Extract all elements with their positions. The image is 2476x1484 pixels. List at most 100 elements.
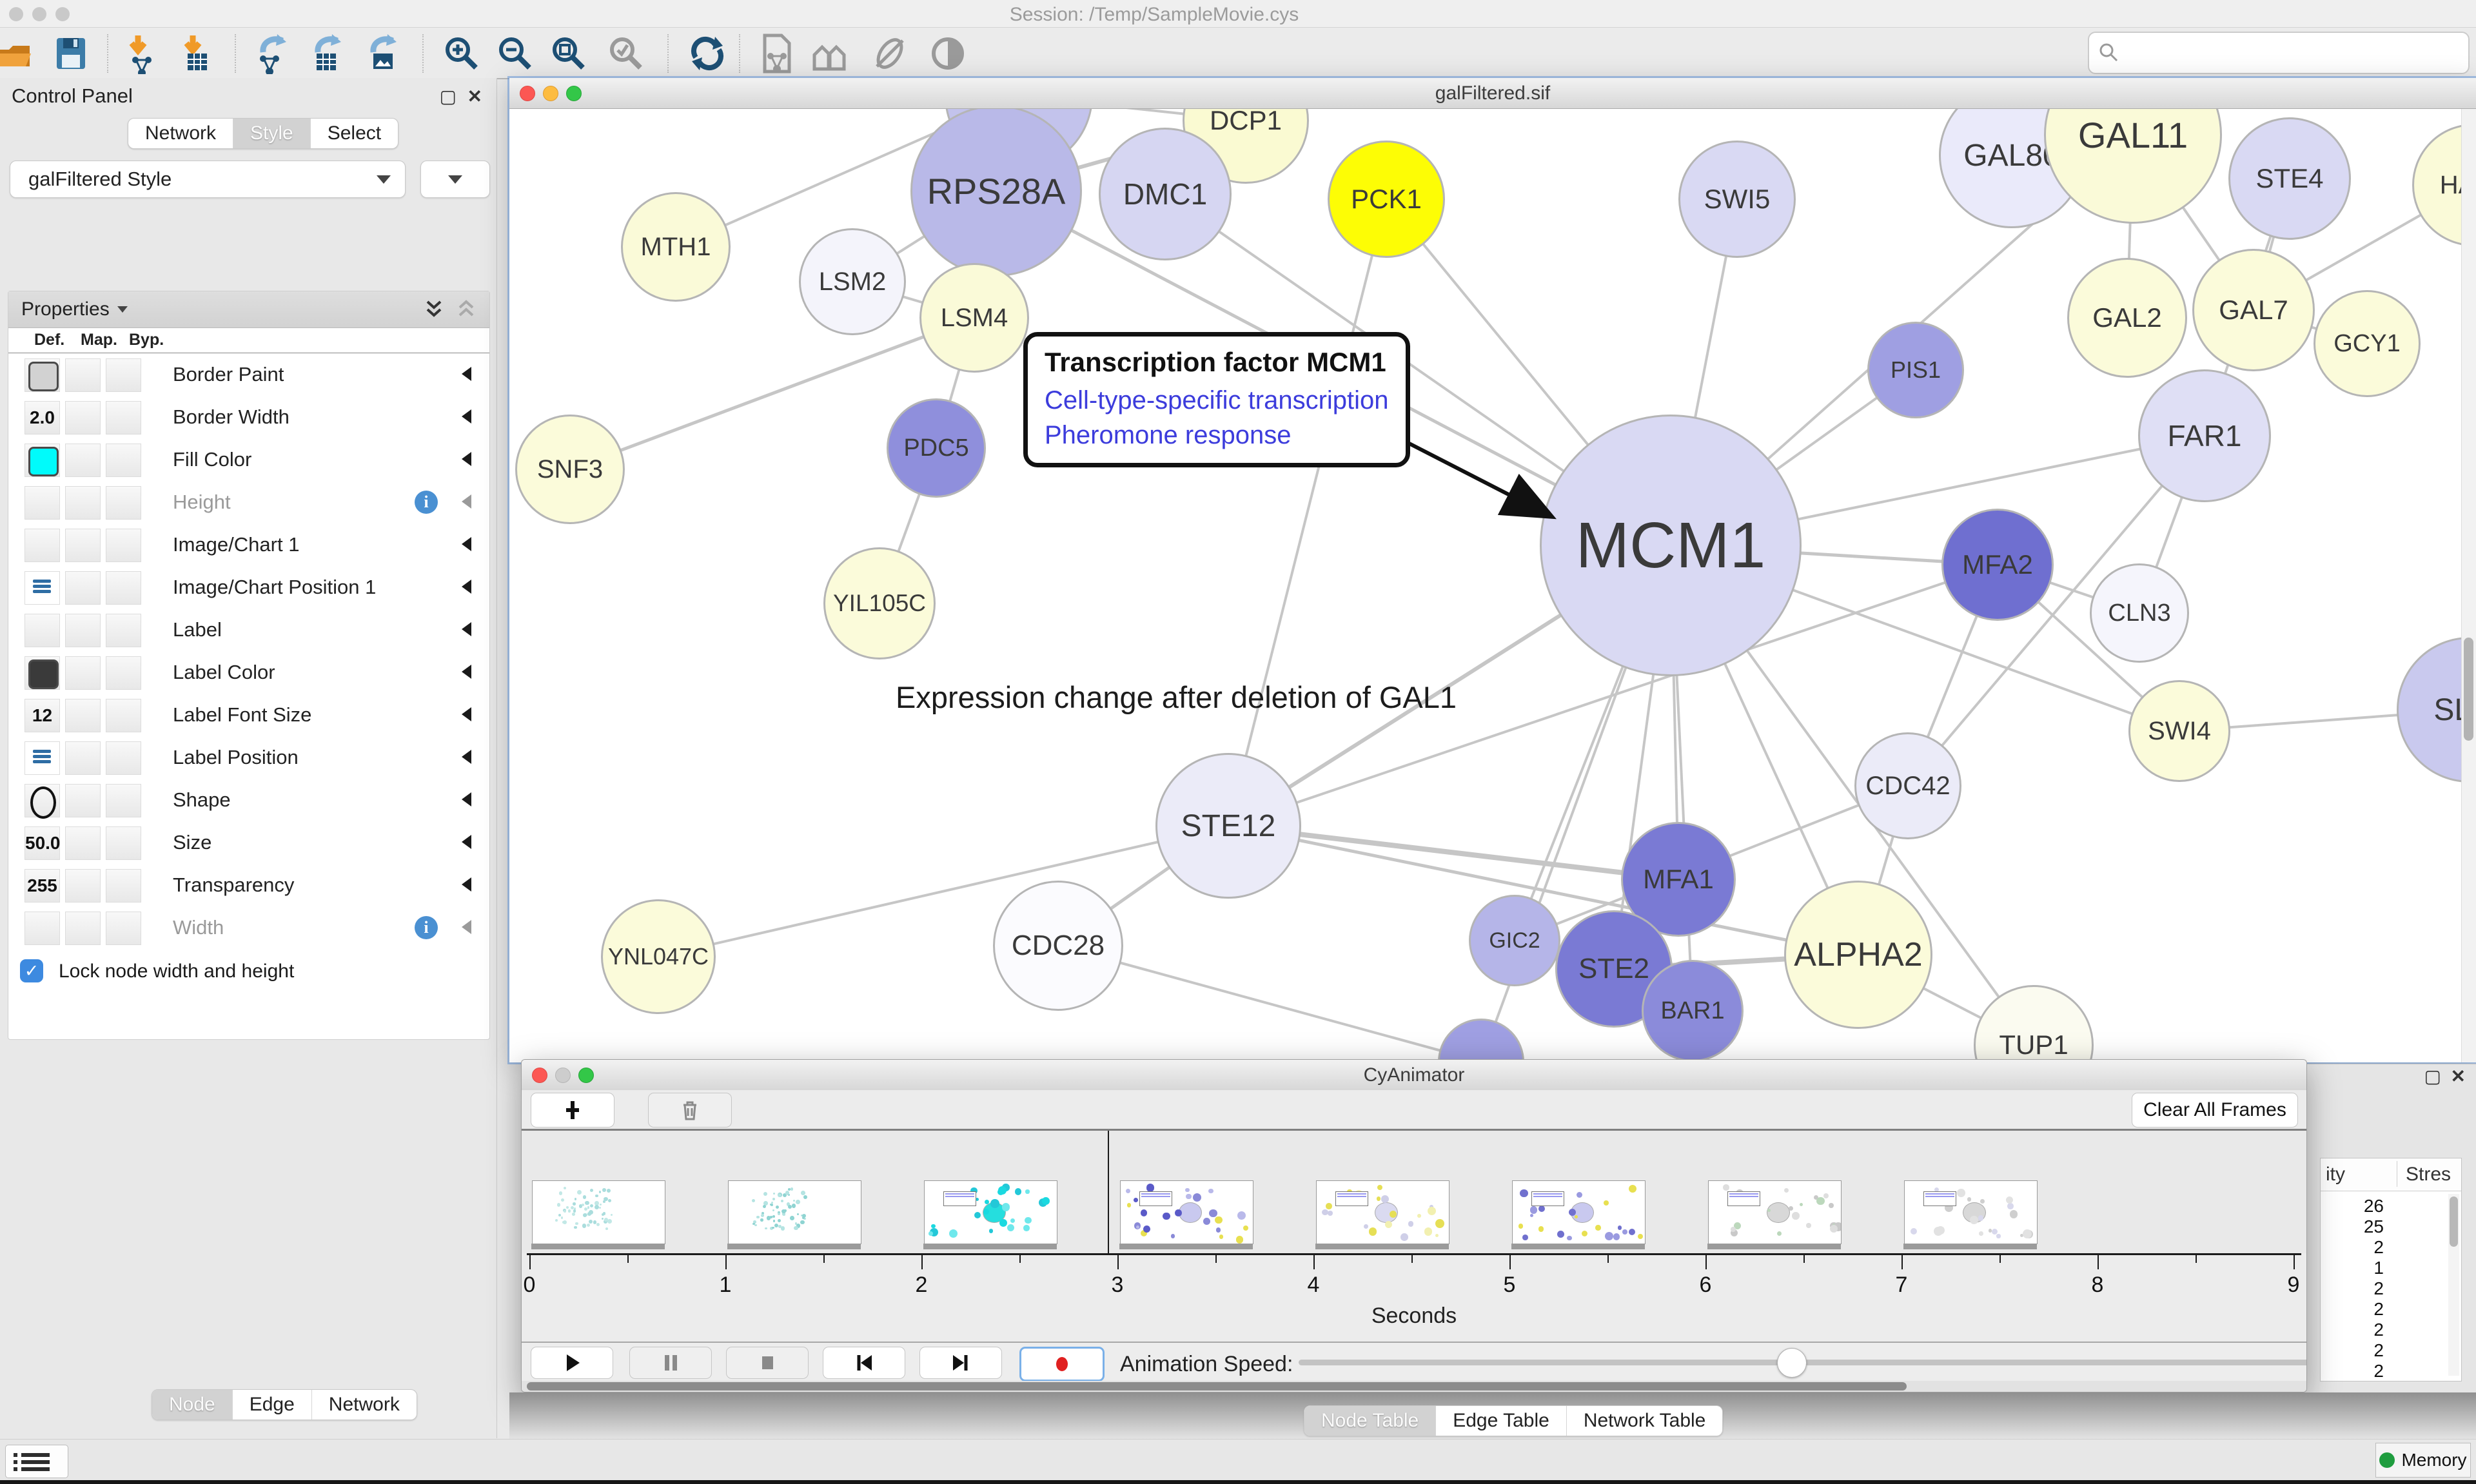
property-cell[interactable] [25, 912, 60, 945]
property-cell[interactable] [106, 699, 141, 732]
float-panel-icon[interactable]: ▢ [2424, 1066, 2441, 1087]
property-cell[interactable]: 2.0 [25, 401, 60, 434]
expand-row-icon[interactable] [462, 537, 471, 551]
table-row[interactable]: 26 [2332, 1196, 2384, 1216]
show-icon[interactable] [927, 33, 968, 74]
property-cell[interactable] [65, 784, 101, 817]
delete-frame-button[interactable] [648, 1093, 732, 1128]
node-cdc42[interactable]: CDC42 [1854, 732, 1961, 839]
node-gic2[interactable]: GIC2 [1469, 895, 1560, 986]
close-panel-icon[interactable]: ✕ [2451, 1066, 2466, 1087]
table-row[interactable]: 2 [2332, 1278, 2384, 1299]
expand-row-icon[interactable] [462, 622, 471, 636]
expand-row-icon[interactable] [462, 494, 471, 509]
lock-checkbox[interactable]: ✓ [20, 959, 43, 982]
node-dmc1[interactable]: DMC1 [1099, 128, 1232, 260]
property-cell[interactable] [106, 486, 141, 520]
property-row-image-chart-1[interactable]: Image/Chart 1 [8, 523, 489, 567]
collapse-all-icon[interactable] [453, 297, 479, 322]
property-cell[interactable] [25, 486, 60, 520]
property-row-image-chart-position-1[interactable]: Image/Chart Position 1 [8, 566, 489, 609]
table-header[interactable]: ity Stres [2321, 1158, 2461, 1191]
expand-row-icon[interactable] [462, 409, 471, 424]
float-panel-icon[interactable]: ▢ [440, 86, 457, 107]
property-cell[interactable] [65, 656, 101, 690]
property-row-height[interactable]: Heighti [8, 481, 489, 524]
property-cell[interactable] [65, 444, 101, 477]
node-mth1[interactable]: MTH1 [621, 192, 731, 302]
column-ity[interactable]: ity [2326, 1164, 2345, 1186]
property-cell[interactable] [25, 741, 60, 775]
expand-row-icon[interactable] [462, 750, 471, 764]
group-icon[interactable] [811, 33, 852, 74]
refresh-icon[interactable] [687, 33, 728, 74]
search-input[interactable] [2128, 42, 2461, 64]
node-alpha2[interactable]: ALPHA2 [1784, 881, 1932, 1029]
node-gal7[interactable]: GAL7 [2192, 249, 2315, 371]
scrollbar-thumb[interactable] [2450, 1196, 2458, 1247]
save-icon[interactable] [50, 33, 92, 74]
info-icon[interactable]: i [415, 491, 438, 514]
property-cell[interactable] [25, 529, 60, 562]
node-ste4[interactable]: STE4 [2228, 117, 2351, 240]
node-swi4[interactable]: SWI4 [2128, 680, 2230, 782]
property-row-label-position[interactable]: Label Position [8, 736, 489, 779]
property-cell[interactable] [65, 401, 101, 434]
node-lsm4[interactable]: LSM4 [919, 263, 1029, 373]
scrollbar-thumb[interactable] [2464, 638, 2473, 741]
tab-network[interactable]: Network [311, 1390, 417, 1420]
play-button[interactable] [531, 1347, 613, 1379]
expand-row-icon[interactable] [462, 367, 471, 381]
property-cell[interactable] [106, 912, 141, 945]
expand-row-icon[interactable] [462, 877, 471, 892]
node-gal2[interactable]: GAL2 [2067, 258, 2187, 378]
property-cell[interactable] [106, 826, 141, 860]
zoom-out-icon[interactable] [495, 33, 536, 74]
export-table-icon[interactable] [308, 33, 349, 74]
node-swi5[interactable]: SWI5 [1678, 141, 1796, 258]
property-row-width[interactable]: Widthi [8, 906, 489, 950]
tab-node-table[interactable]: Node Table [1304, 1406, 1435, 1436]
table-scrollbar[interactable] [2448, 1194, 2459, 1376]
property-cell[interactable] [65, 741, 101, 775]
expand-row-icon[interactable] [462, 792, 471, 806]
frame-thumbnail-6[interactable] [1708, 1180, 1842, 1244]
import-table-icon[interactable] [176, 33, 217, 74]
table-row[interactable]: 2 [2332, 1237, 2384, 1258]
hide-icon[interactable] [869, 33, 910, 74]
memory-button[interactable]: Memory [2375, 1443, 2471, 1478]
property-cell[interactable] [106, 358, 141, 392]
table-row[interactable]: 2 [2332, 1299, 2384, 1320]
network-vertical-scrollbar[interactable] [2461, 109, 2476, 1062]
annotation-box[interactable]: Transcription factor MCM1 Cell-type-spec… [1023, 332, 1410, 467]
property-cell[interactable] [65, 912, 101, 945]
lock-size-row[interactable]: ✓ Lock node width and height [8, 949, 489, 994]
property-cell[interactable] [25, 784, 60, 817]
node-ynl047c[interactable]: YNL047C [601, 899, 716, 1014]
table-row[interactable]: 1 [2332, 1258, 2384, 1278]
property-cell[interactable] [25, 444, 60, 477]
import-network-icon[interactable] [121, 33, 162, 74]
property-cell[interactable] [65, 869, 101, 903]
property-row-size[interactable]: 50.0Size [8, 821, 489, 864]
property-cell[interactable] [106, 571, 141, 605]
node-bar1[interactable]: BAR1 [1642, 960, 1744, 1062]
property-cell[interactable] [25, 614, 60, 647]
property-row-transparency[interactable]: 255Transparency [8, 864, 489, 907]
node-pdc5[interactable]: PDC5 [887, 398, 986, 498]
cyanimator-titlebar[interactable]: CyAnimator [522, 1060, 2306, 1091]
property-row-fill-color[interactable]: Fill Color [8, 438, 489, 482]
property-cell[interactable] [65, 826, 101, 860]
property-cell[interactable]: 255 [25, 869, 60, 903]
export-network-icon[interactable] [253, 33, 294, 74]
skip-to-end-button[interactable] [919, 1347, 1002, 1379]
node-rps28a[interactable]: RPS28A [910, 109, 1082, 277]
node-far1[interactable]: FAR1 [2138, 369, 2271, 502]
property-cell[interactable] [65, 486, 101, 520]
cyanimator-timeline[interactable] [522, 1131, 2306, 1253]
expand-row-icon[interactable] [462, 452, 471, 466]
style-options-button[interactable] [420, 161, 490, 198]
tab-network-table[interactable]: Network Table [1566, 1406, 1723, 1436]
property-row-border-paint[interactable]: Border Paint [8, 353, 489, 396]
node-pck1[interactable]: PCK1 [1328, 141, 1445, 258]
